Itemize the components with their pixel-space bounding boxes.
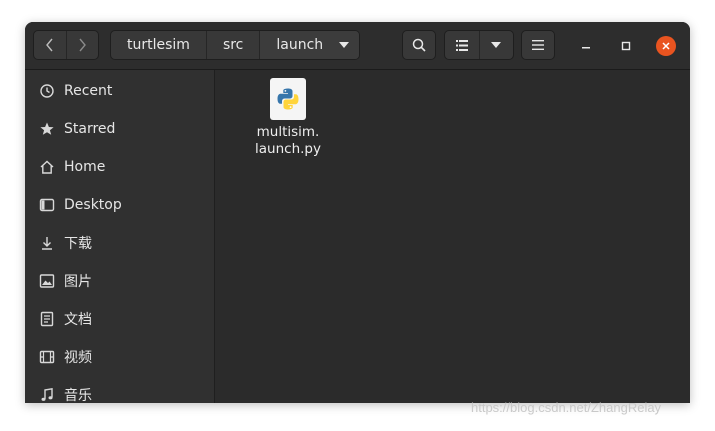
path-bar: turtlesim src launch xyxy=(110,30,361,60)
watermark: https://blog.csdn.net/ZhangRelay xyxy=(471,400,662,415)
maximize-icon xyxy=(621,41,631,51)
sidebar-item-music[interactable]: 音乐 xyxy=(25,376,214,403)
file-manager-window: turtlesim src launch Recent Starred Home… xyxy=(25,22,690,403)
sidebar-item-home[interactable]: Home xyxy=(25,148,214,186)
header-bar: turtlesim src launch xyxy=(25,22,690,70)
sidebar-item-label: 视频 xyxy=(64,350,92,366)
sidebar-item-label: Home xyxy=(64,159,106,175)
file-name-line: launch.py xyxy=(255,141,321,157)
file-view: multisim. launch.py xyxy=(215,70,690,403)
close-button-circle xyxy=(656,36,676,56)
menu-button[interactable] xyxy=(521,30,555,60)
path-crumb-turtlesim[interactable]: turtlesim xyxy=(111,31,206,59)
desktop-icon xyxy=(39,197,55,213)
hamburger-menu-icon xyxy=(532,40,544,50)
file-name: multisim. launch.py xyxy=(245,124,331,158)
back-button[interactable] xyxy=(34,31,66,59)
minimize-button[interactable] xyxy=(576,36,596,56)
forward-button[interactable] xyxy=(65,31,99,59)
maximize-button[interactable] xyxy=(616,36,636,56)
sidebar-item-starred[interactable]: Starred xyxy=(25,110,214,148)
sidebar-item-label: Recent xyxy=(64,83,113,99)
search-button[interactable] xyxy=(402,30,436,60)
navigation-buttons xyxy=(33,30,99,60)
sidebar-item-recent[interactable]: Recent xyxy=(25,72,214,110)
music-icon xyxy=(39,387,55,403)
sidebar-item-label: Desktop xyxy=(64,197,122,213)
sidebar-item-label: Starred xyxy=(64,121,116,137)
chevron-left-icon xyxy=(45,38,53,52)
close-icon xyxy=(662,42,670,50)
path-crumb-launch[interactable]: launch xyxy=(259,31,360,59)
caret-down-icon xyxy=(491,42,502,48)
sidebar-item-label: 文档 xyxy=(64,312,92,328)
sidebar: Recent Starred Home Desktop 下载 图片 文档 视频 xyxy=(25,70,215,403)
list-view-icon xyxy=(455,39,468,51)
sidebar-item-videos[interactable]: 视频 xyxy=(25,338,214,376)
sidebar-item-label: 图片 xyxy=(64,274,92,290)
sidebar-item-label: 下载 xyxy=(64,236,92,252)
search-icon xyxy=(412,38,426,52)
caret-down-icon xyxy=(339,42,350,48)
list-view-button[interactable] xyxy=(445,31,479,59)
pictures-icon xyxy=(39,273,55,289)
home-icon xyxy=(39,159,55,175)
download-icon xyxy=(39,235,55,251)
videos-icon xyxy=(39,349,55,365)
documents-icon xyxy=(39,311,55,327)
chevron-right-icon xyxy=(79,38,87,52)
clock-icon xyxy=(39,83,55,99)
path-crumb-label: launch xyxy=(276,37,324,53)
path-crumb-src[interactable]: src xyxy=(205,31,259,59)
star-icon xyxy=(39,121,55,137)
view-options-button[interactable] xyxy=(478,31,514,59)
file-name-line: multisim. xyxy=(256,124,320,140)
sidebar-item-downloads[interactable]: 下载 xyxy=(25,224,214,262)
sidebar-item-documents[interactable]: 文档 xyxy=(25,300,214,338)
view-buttons xyxy=(444,30,514,60)
sidebar-item-label: 音乐 xyxy=(64,388,92,403)
python-file-icon xyxy=(270,78,306,120)
close-button[interactable] xyxy=(656,36,676,56)
sidebar-item-pictures[interactable]: 图片 xyxy=(25,262,214,300)
minimize-icon xyxy=(582,47,590,49)
sidebar-item-desktop[interactable]: Desktop xyxy=(25,186,214,224)
file-item[interactable]: multisim. launch.py xyxy=(245,78,331,158)
